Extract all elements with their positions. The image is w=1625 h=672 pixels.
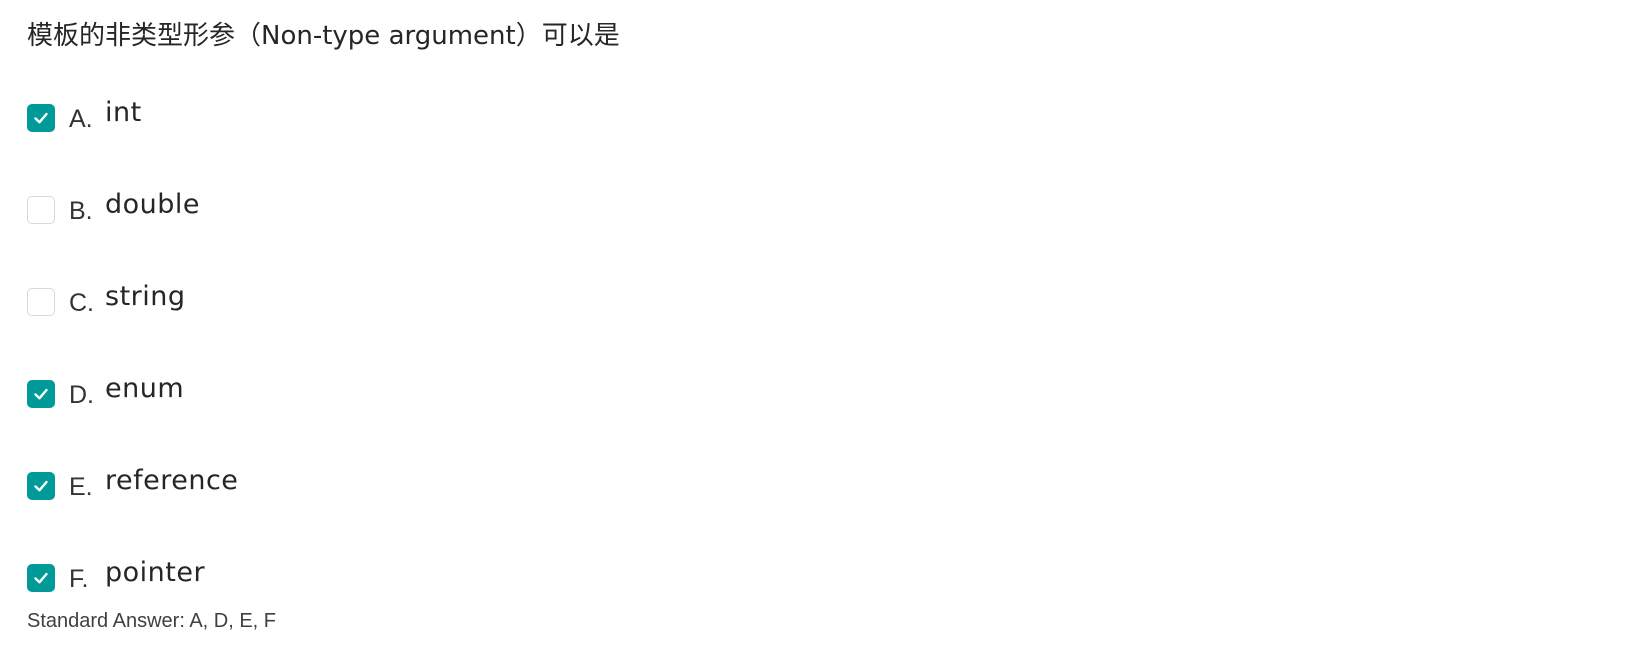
option-letter: D. — [69, 380, 94, 409]
option-letter: E. — [69, 472, 93, 501]
checkbox-b[interactable] — [27, 196, 55, 224]
option-letter: F. — [69, 564, 89, 593]
option-b[interactable]: B. double — [27, 186, 238, 226]
option-letter: C. — [69, 288, 94, 317]
option-letter: B. — [69, 196, 93, 225]
option-c[interactable]: C. string — [27, 278, 238, 318]
option-text: enum — [105, 372, 185, 404]
option-e[interactable]: E. reference — [27, 462, 238, 502]
checkbox-f[interactable] — [27, 564, 55, 592]
option-text: reference — [105, 464, 239, 496]
question-text: 模板的非类型形参（Non-type argument）可以是 — [27, 21, 620, 51]
option-f[interactable]: F. pointer — [27, 554, 238, 594]
checkbox-c[interactable] — [27, 288, 55, 316]
option-text: double — [105, 188, 201, 220]
option-list: A. int B. double C. string D. enum E. re… — [27, 94, 238, 646]
checkbox-a[interactable] — [27, 104, 55, 132]
checkbox-d[interactable] — [27, 380, 55, 408]
option-d[interactable]: D. enum — [27, 370, 238, 410]
option-a[interactable]: A. int — [27, 94, 238, 134]
checkbox-e[interactable] — [27, 472, 55, 500]
check-icon — [34, 572, 48, 584]
option-text: string — [105, 280, 186, 312]
standard-answer: Standard Answer: A, D, E, F — [27, 610, 277, 632]
option-text: int — [105, 96, 142, 128]
option-letter: A. — [69, 104, 93, 133]
check-icon — [34, 480, 48, 492]
check-icon — [34, 388, 48, 400]
option-text: pointer — [105, 556, 206, 588]
check-icon — [34, 112, 48, 124]
